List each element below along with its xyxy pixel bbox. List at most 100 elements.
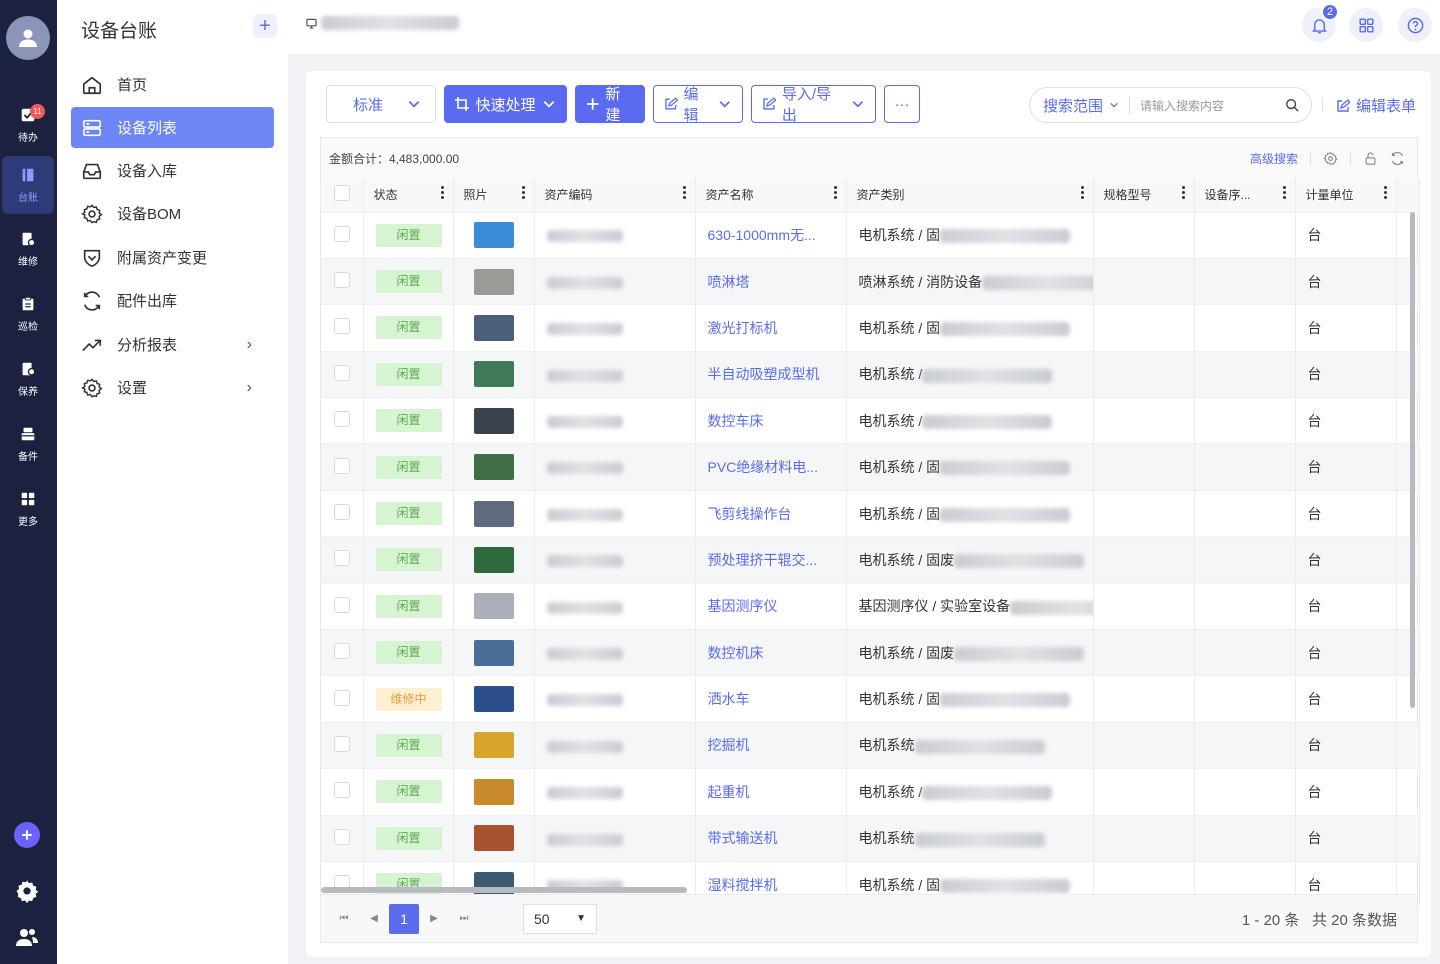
device-photo[interactable]	[473, 268, 514, 295]
column-menu-icon[interactable]	[682, 186, 687, 199]
row-checkbox[interactable]	[334, 828, 350, 845]
sidebar-item-parts-outbound[interactable]: 配件出库	[71, 280, 274, 321]
sidebar-item-home[interactable]: 首页	[71, 64, 274, 105]
lock-icon[interactable]	[1363, 151, 1378, 166]
device-photo[interactable]	[473, 778, 514, 805]
column-menu-icon[interactable]	[1181, 186, 1186, 199]
column-header[interactable]: 资产类别	[846, 178, 1094, 213]
device-photo[interactable]	[473, 407, 514, 434]
more-button[interactable]: ···	[884, 85, 920, 123]
row-checkbox[interactable]	[334, 225, 350, 242]
asset-name-link[interactable]: 激光打标机	[708, 320, 778, 336]
advanced-search-link[interactable]: 高级搜索	[1250, 150, 1298, 167]
last-page-icon[interactable]: ⏭	[449, 913, 479, 924]
avatar[interactable]	[6, 16, 50, 60]
device-photo[interactable]	[473, 454, 514, 481]
sidebar-item-analysis-report[interactable]: 分析报表 ›	[71, 324, 274, 365]
column-menu-icon[interactable]	[833, 186, 838, 199]
asset-name-link[interactable]: 喷淋塔	[708, 274, 750, 290]
table-row[interactable]: 闲置 起重机 电机系统 / 台	[321, 768, 1420, 816]
rail-item-inspection[interactable]: 巡检	[2, 285, 54, 343]
asset-name-link[interactable]: 湿料搅拌机	[708, 877, 778, 893]
new-button[interactable]: 新建	[575, 85, 645, 124]
asset-name-link[interactable]: 飞剪线操作台	[708, 506, 792, 522]
row-checkbox[interactable]	[334, 457, 350, 474]
notification-button[interactable]: 2	[1302, 3, 1339, 42]
rail-item-ledger[interactable]: 台账	[2, 156, 54, 214]
rail-item-maintenance[interactable]: 保养	[2, 350, 54, 408]
asset-name-link[interactable]: 半自动吸塑成型机	[708, 366, 820, 382]
table-row[interactable]: 闲置 数控车床 电机系统 / 台	[321, 397, 1420, 445]
column-menu-icon[interactable]	[1383, 186, 1388, 199]
asset-name-link[interactable]: 数控机床	[708, 645, 764, 661]
sidebar-add-button[interactable]: +	[253, 14, 277, 38]
device-photo[interactable]	[473, 732, 514, 759]
row-checkbox[interactable]	[334, 411, 350, 428]
sidebar-item-attached-asset-change[interactable]: 附属资产变更	[71, 237, 274, 278]
view-select[interactable]: 标准	[326, 85, 436, 123]
refresh-icon[interactable]	[1390, 151, 1405, 166]
table-row[interactable]: 闲置 喷淋塔 喷淋系统 / 消防设备 台	[321, 258, 1420, 306]
table-row[interactable]: 闲置 630-1000mm无... 电机系统 / 固 台	[321, 212, 1420, 259]
rail-item-more[interactable]: 更多	[2, 480, 54, 538]
device-photo[interactable]	[473, 500, 514, 527]
table-row[interactable]: 闲置 激光打标机 电机系统 / 固 台	[321, 304, 1420, 352]
row-checkbox[interactable]	[334, 272, 350, 289]
page-size-select[interactable]: 50 ▼	[523, 903, 597, 934]
rail-item-repair[interactable]: 维修	[2, 220, 54, 278]
column-menu-icon[interactable]	[1080, 186, 1085, 199]
table-row[interactable]: 闲置 半自动吸塑成型机 电机系统 / 台	[321, 351, 1420, 399]
asset-name-link[interactable]: 数控车床	[708, 413, 764, 429]
next-page-icon[interactable]: ▶	[419, 913, 449, 924]
row-checkbox[interactable]	[334, 550, 350, 567]
row-checkbox[interactable]	[334, 689, 350, 706]
column-header[interactable]: 资产名称	[695, 178, 847, 213]
rail-item-todo[interactable]: 11 待办	[2, 96, 54, 154]
asset-name-link[interactable]: 预处理挤干辊交...	[708, 552, 818, 568]
row-checkbox[interactable]	[334, 596, 350, 613]
device-photo[interactable]	[473, 825, 514, 852]
device-photo[interactable]	[473, 639, 514, 666]
sidebar-item-device-inbound[interactable]: 设备入库	[71, 150, 274, 191]
table-row[interactable]: 闲置 基因测序仪 基因测序仪 / 实验室设备 台	[321, 583, 1420, 631]
asset-name-link[interactable]: 带式输送机	[708, 830, 778, 846]
sidebar-item-settings[interactable]: 设置 ›	[71, 367, 274, 408]
sidebar-item-device-list[interactable]: 设备列表	[71, 107, 274, 148]
table-row[interactable]: 维修中 洒水车 电机系统 / 固 台	[321, 675, 1420, 723]
column-header[interactable]: 设备序...	[1194, 178, 1296, 213]
current-page[interactable]: 1	[389, 903, 419, 934]
table-row[interactable]: 闲置 预处理挤干辊交... 电机系统 / 固废 台	[321, 536, 1420, 584]
table-row[interactable]: 闲置 带式输送机 电机系统 台	[321, 815, 1420, 862]
row-checkbox[interactable]	[334, 504, 350, 521]
rail-settings-button[interactable]	[14, 878, 40, 904]
help-button[interactable]	[1398, 8, 1432, 42]
column-header[interactable]: 计量单位	[1295, 178, 1397, 213]
sidebar-item-device-bom[interactable]: 设备BOM	[71, 193, 274, 234]
table-row[interactable]: 闲置 挖掘机 电机系统 台	[321, 722, 1420, 770]
table-row[interactable]: 闲置 PVC绝缘材料电... 电机系统 / 固 台	[321, 443, 1420, 491]
asset-name-link[interactable]: 基因测序仪	[708, 598, 778, 614]
rail-team-button[interactable]	[14, 924, 40, 950]
rail-add-button[interactable]	[14, 822, 40, 848]
select-all-checkbox[interactable]	[334, 185, 350, 202]
row-checkbox[interactable]	[334, 782, 350, 799]
column-menu-icon[interactable]	[440, 186, 445, 199]
table-row[interactable]: 闲置 数控机床 电机系统 / 固废 台	[321, 629, 1420, 677]
row-checkbox[interactable]	[334, 735, 350, 752]
import-export-button[interactable]: 导入/导出	[751, 85, 876, 124]
edit-form-link[interactable]: 编辑表单	[1321, 95, 1416, 116]
table-row[interactable]: 闲置 飞剪线操作台 电机系统 / 固 台	[321, 490, 1420, 538]
device-photo[interactable]	[473, 686, 514, 713]
column-header[interactable]: 资产编码	[534, 178, 696, 213]
asset-name-link[interactable]: PVC绝缘材料电...	[708, 459, 818, 475]
gear-icon[interactable]	[1323, 151, 1338, 166]
asset-name-link[interactable]: 洒水车	[708, 691, 750, 707]
device-photo[interactable]	[473, 222, 514, 249]
column-header[interactable]: 照片	[453, 178, 535, 213]
first-page-icon[interactable]: ⏮	[329, 913, 359, 924]
asset-name-link[interactable]: 630-1000mm无...	[708, 227, 816, 243]
asset-name-link[interactable]: 挖掘机	[708, 737, 750, 753]
device-photo[interactable]	[473, 546, 514, 573]
column-header[interactable]: 状态	[363, 178, 454, 213]
quick-process-button[interactable]: 快速处理	[444, 85, 567, 123]
